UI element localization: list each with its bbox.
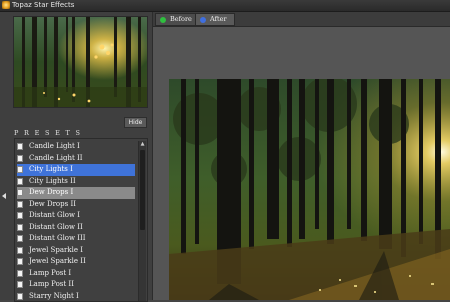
preset-document-icon	[17, 178, 23, 185]
navigator-preview[interactable]	[13, 16, 148, 108]
preset-item[interactable]: Distant Glow III	[17, 233, 135, 245]
preset-label: Jewel Sparkle II	[29, 256, 86, 268]
preset-label: City Lights II	[29, 176, 76, 188]
preset-document-icon	[17, 143, 23, 150]
preset-document-icon	[17, 212, 23, 219]
scroll-thumb[interactable]	[140, 150, 145, 230]
preset-item[interactable]: Distant Glow II	[17, 222, 135, 234]
preset-label: Dew Drops I	[29, 187, 73, 199]
presets-heading: P R E S E T S	[14, 129, 82, 137]
preset-document-icon	[17, 166, 23, 173]
before-dot-icon	[160, 17, 166, 23]
tab-after-label: After	[210, 14, 227, 25]
tab-before-label: Before	[170, 14, 192, 25]
preset-document-icon	[17, 155, 23, 162]
preset-document-icon	[17, 247, 23, 254]
tab-before[interactable]: Before	[155, 13, 197, 26]
preset-label: Candle Light II	[29, 153, 83, 165]
view-tab-bar: Before After	[153, 12, 450, 27]
preset-label: Lamp Post II	[29, 279, 74, 291]
preset-item[interactable]: Starry Night I	[17, 291, 135, 302]
presets-list[interactable]: Candle Light ICandle Light IICity Lights…	[14, 138, 148, 302]
presets-scrollbar[interactable]: ▲	[138, 141, 146, 301]
forest-thumbnail-image	[14, 17, 147, 107]
scroll-up-icon[interactable]: ▲	[139, 141, 146, 148]
collapse-panel-icon[interactable]	[2, 193, 6, 199]
preset-label: City Lights I	[29, 164, 73, 176]
preset-label: Candle Light I	[29, 141, 80, 153]
preset-document-icon	[17, 189, 23, 196]
preset-item[interactable]: Dew Drops II	[17, 199, 135, 211]
presets-list-items: Candle Light ICandle Light IICity Lights…	[15, 139, 135, 302]
preset-item[interactable]: Jewel Sparkle I	[17, 245, 135, 257]
preset-label: Starry Night I	[29, 291, 79, 302]
preset-document-icon	[17, 281, 23, 288]
preset-label: Lamp Post I	[29, 268, 71, 280]
preset-document-icon	[17, 258, 23, 265]
after-dot-icon	[200, 17, 206, 23]
preset-label: Distant Glow III	[29, 233, 86, 245]
preset-label: Distant Glow II	[29, 222, 83, 234]
preset-document-icon	[17, 235, 23, 242]
window-title: Topaz Star Effects	[12, 0, 74, 11]
preset-item[interactable]: Dew Drops I	[17, 187, 135, 199]
preset-label: Dew Drops II	[29, 199, 76, 211]
preset-document-icon	[17, 270, 23, 277]
preset-item[interactable]: Distant Glow I	[17, 210, 135, 222]
preset-item[interactable]: Candle Light I	[17, 141, 135, 153]
hide-button[interactable]: Hide	[124, 117, 147, 128]
title-bar: Topaz Star Effects	[0, 0, 450, 12]
app-star-icon	[2, 1, 10, 9]
main-image[interactable]	[169, 79, 450, 300]
preset-item[interactable]: City Lights II	[17, 176, 135, 188]
preset-item[interactable]: Candle Light II	[17, 153, 135, 165]
preset-label: Jewel Sparkle I	[29, 245, 83, 257]
preset-document-icon	[17, 201, 23, 208]
preset-item[interactable]: Jewel Sparkle II	[17, 256, 135, 268]
preset-item[interactable]: Lamp Post II	[17, 279, 135, 291]
preset-label: Distant Glow I	[29, 210, 80, 222]
preset-document-icon	[17, 293, 23, 300]
preset-item[interactable]: Lamp Post I	[17, 268, 135, 280]
tab-after[interactable]: After	[195, 13, 235, 26]
forest-main-image	[169, 79, 450, 300]
preset-document-icon	[17, 224, 23, 231]
preset-item[interactable]: City Lights I	[17, 164, 135, 176]
